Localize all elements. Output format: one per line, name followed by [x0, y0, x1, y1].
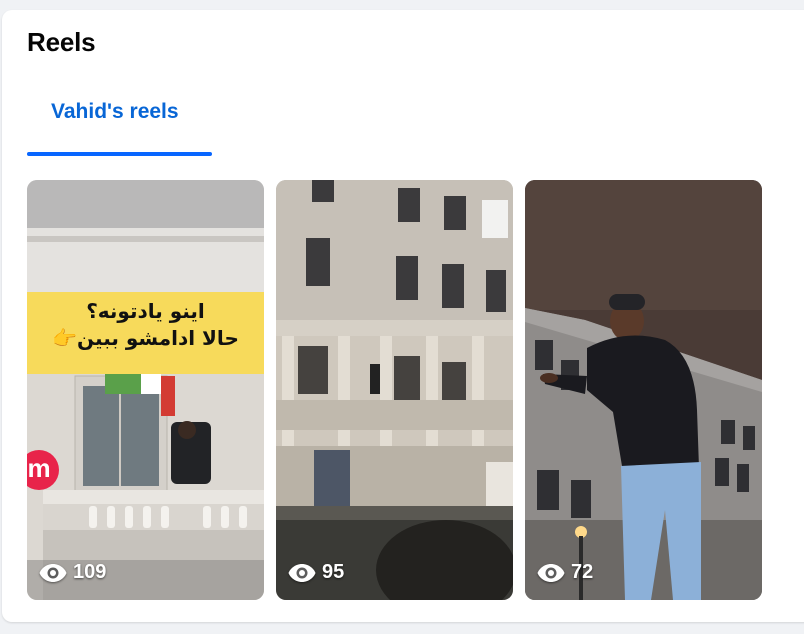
section-title: Reels	[27, 27, 96, 57]
tab-vahids-reels[interactable]: Vahid's reels	[27, 80, 212, 156]
view-count: 72	[537, 561, 593, 584]
caption-line-1: اینو یادتونه؟	[86, 299, 205, 323]
reel-thumbnail[interactable]: اینو یادتونه؟ حالا ادامشو ببین👉 m 109	[27, 180, 264, 600]
reel-thumbnail-image	[27, 180, 264, 600]
reel-thumbnail-image	[276, 180, 513, 600]
reel-thumbnail[interactable]: 95	[276, 180, 513, 600]
active-tab-indicator	[27, 152, 212, 156]
reel-thumbnail-image	[525, 180, 762, 600]
view-count-value: 72	[571, 561, 594, 583]
eye-icon	[537, 563, 565, 582]
eye-icon	[288, 563, 316, 582]
reels-card: Reels Vahid's reels اینو یادتونه؟ حالا ا…	[2, 10, 804, 622]
caption-line-2: حالا ادامشو ببین👉	[52, 326, 239, 350]
view-count: 109	[39, 561, 106, 584]
reel-thumbnail[interactable]: 72	[525, 180, 762, 600]
reel-caption-overlay: اینو یادتونه؟ حالا ادامشو ببین👉	[27, 292, 264, 374]
view-count-value: 95	[322, 561, 345, 583]
view-count: 95	[288, 561, 344, 584]
tab-label: Vahid's reels	[51, 100, 179, 123]
view-count-value: 109	[73, 561, 107, 583]
eye-icon	[39, 563, 67, 582]
